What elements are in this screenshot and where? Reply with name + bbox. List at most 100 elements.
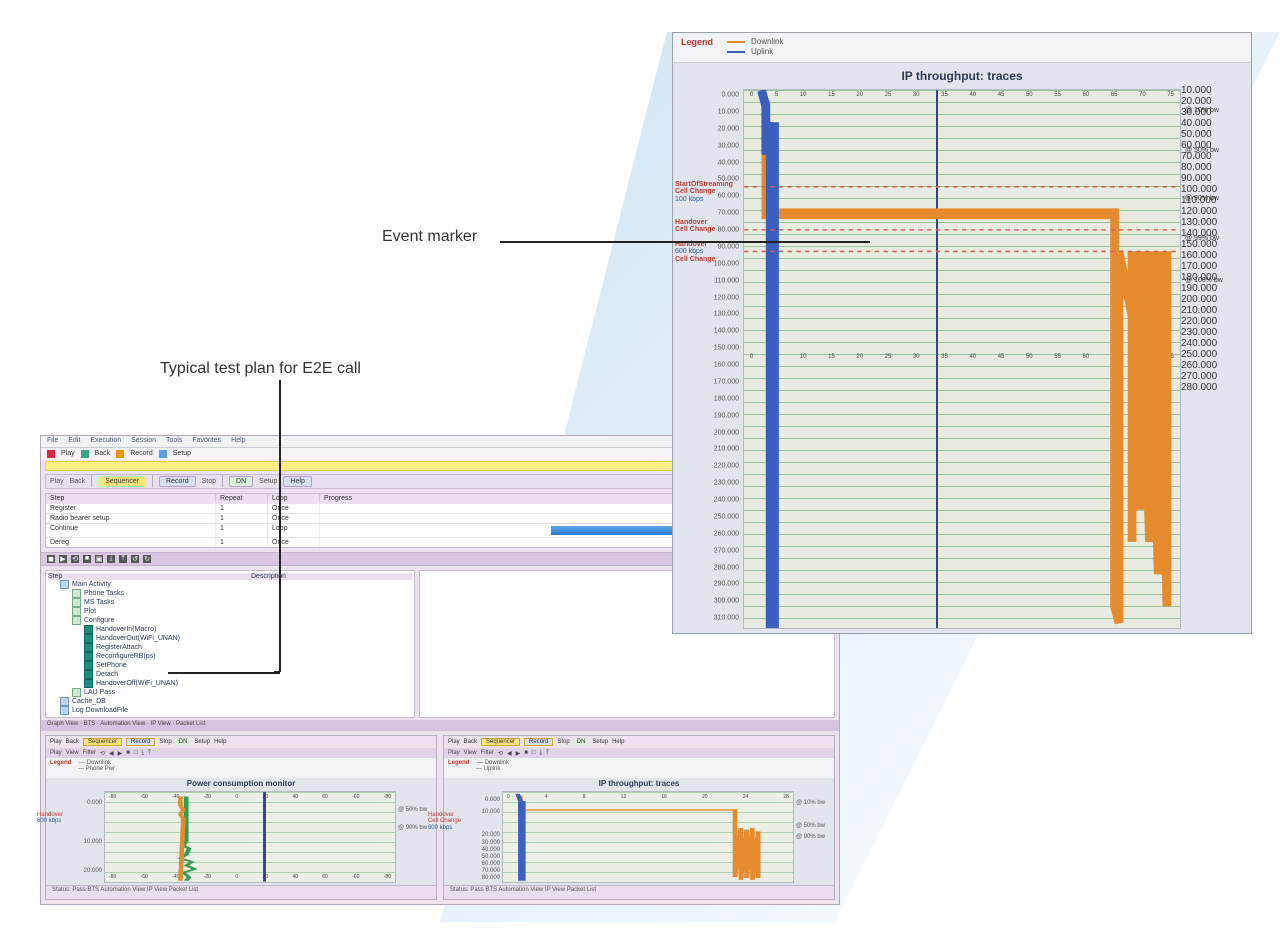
y-tick-left: 160.000 xyxy=(714,362,739,369)
menu-item[interactable]: Favorites xyxy=(192,437,221,446)
menu-item[interactable]: Execution xyxy=(90,437,121,446)
y-tick-right: 10.000 xyxy=(1181,85,1251,96)
y-tick-left: 270.000 xyxy=(714,547,739,554)
y-tick-left: 210.000 xyxy=(714,446,739,453)
y-tick-right: 240.000 xyxy=(1181,338,1251,349)
menu-item[interactable]: Edit xyxy=(68,437,80,446)
y-tick-right: 50.000 xyxy=(1181,129,1251,140)
tb-stop[interactable]: Stop xyxy=(202,478,216,485)
y-tick-right: 40.000 xyxy=(1181,118,1251,129)
strip-item[interactable]: ⟲ xyxy=(498,750,503,757)
tree-item[interactable]: Main Activity xyxy=(48,580,412,589)
toolbar-icon[interactable]: ↺ xyxy=(131,555,139,563)
ipts-plot-area[interactable]: 0481216202428 0.000 10.000 20.000 30.000… xyxy=(502,791,794,883)
legend-swatch-uplink xyxy=(727,51,745,53)
strip-item[interactable]: □ xyxy=(134,750,138,756)
tree-item[interactable]: SetPhone xyxy=(48,661,412,670)
strip-item[interactable]: ⟲ xyxy=(100,750,105,757)
toolbar-icon[interactable]: ▶ xyxy=(59,555,67,563)
pcm-footer[interactable]: Status: Pass BTS Automation View IP View… xyxy=(46,885,436,899)
strip-item[interactable]: Filter xyxy=(83,750,96,756)
y-tick-left: 190.000 xyxy=(714,412,739,419)
event-marker-leader xyxy=(500,236,872,248)
strip-item[interactable]: ⤓ xyxy=(141,750,144,757)
sequencer-button[interactable]: Sequencer xyxy=(98,476,146,487)
rec-blue-icon xyxy=(159,450,167,458)
col-repeat: Repeat xyxy=(216,494,268,503)
toolbar-icon[interactable]: ↻ xyxy=(143,555,151,563)
tree-item[interactable]: MS Tasks xyxy=(48,598,412,607)
back-label: Back xyxy=(95,450,111,457)
strip-item[interactable]: ◀ xyxy=(507,750,512,757)
toolbar-icon[interactable]: ⤒ xyxy=(119,555,127,563)
strip-item[interactable]: ⤒ xyxy=(148,750,151,757)
strip-item[interactable]: Filter xyxy=(481,750,494,756)
y-tick-left: 40.000 xyxy=(718,159,739,166)
toolbar-icon[interactable]: ⤓ xyxy=(107,555,115,563)
strip-item[interactable]: Play xyxy=(50,750,62,756)
tree-item[interactable]: HandoverOff(WiFi_UNAN) xyxy=(48,679,412,688)
tb-back[interactable]: Back xyxy=(70,478,86,485)
help-button[interactable]: Help xyxy=(283,476,311,487)
y-tick-left: 20.000 xyxy=(718,125,739,132)
tree-item[interactable]: HandoverIn(Macro) xyxy=(48,625,412,634)
pcm-strip2[interactable]: Play View Filter ⟲ ◀ ▶■ □⤓ ⤒ xyxy=(46,748,436,758)
ipts-footer[interactable]: Status: Pass BTS Automation View IP View… xyxy=(444,885,834,899)
legend-uplink-label: Uplink xyxy=(751,47,773,56)
tree-item[interactable]: Plot xyxy=(48,607,412,616)
tree-item[interactable]: Phone Tasks xyxy=(48,589,412,598)
menu-item[interactable]: Tools xyxy=(166,437,182,446)
strip-item[interactable]: View xyxy=(66,750,79,756)
strip-item[interactable]: ■ xyxy=(126,750,130,756)
strip-item[interactable]: Play xyxy=(448,750,460,756)
y-tick-right: 90.000 xyxy=(1181,173,1251,184)
tree-item[interactable]: RegisterAttach xyxy=(48,643,412,652)
y-tick-right: 100.000 xyxy=(1181,184,1251,195)
strip-item[interactable]: ⤓ xyxy=(539,750,542,757)
strip-item[interactable]: ◀ xyxy=(109,750,114,757)
tree-item[interactable]: Configure xyxy=(48,616,412,625)
tree-item[interactable]: Log DownloadFile xyxy=(48,706,412,715)
y-tick-left: 220.000 xyxy=(714,463,739,470)
menu-item[interactable]: Help xyxy=(231,437,245,446)
tb-play[interactable]: Play xyxy=(50,478,64,485)
y-tick-left: 310.000 xyxy=(714,615,739,622)
strip-item[interactable]: View xyxy=(464,750,477,756)
record-button[interactable]: Record xyxy=(159,476,196,487)
strip-item[interactable]: □ xyxy=(532,750,536,756)
strip-item[interactable]: ■ xyxy=(524,750,528,756)
tree-item[interactable]: LAU Pass xyxy=(48,688,412,697)
step-tree[interactable]: Step Description Main ActivityPhone Task… xyxy=(45,570,415,718)
tree-item[interactable]: Cache_DB xyxy=(48,697,412,706)
pcm-plot-area[interactable]: -80-60-40-200204060-60-80 -80-60-40-2002… xyxy=(104,791,396,883)
y-tick-left: 260.000 xyxy=(714,530,739,537)
toolbar-icon[interactable]: ■ xyxy=(83,555,91,563)
y-tick-right: 280.000 xyxy=(1181,382,1251,393)
ip-throughput-small-panel: PlayBackSequencer Record StopDN Setup He… xyxy=(443,735,835,900)
chart-legend: Legend Downlink Uplink xyxy=(673,33,1251,63)
strip-item[interactable]: ▶ xyxy=(118,750,123,757)
toolbar-icon[interactable]: ◼ xyxy=(47,555,55,563)
chart-title: IP throughput: traces xyxy=(673,63,1251,85)
y-tick-left: 250.000 xyxy=(714,513,739,520)
tree-item[interactable]: ReconfigureRB(ps) xyxy=(48,652,412,661)
strip-item[interactable]: ▶ xyxy=(516,750,521,757)
bw-label-99: @ 99% bw xyxy=(1185,235,1219,242)
menu-item[interactable]: File xyxy=(47,437,58,446)
pcm-toolbar[interactable]: PlayBackSequencer Record StopDN Setup He… xyxy=(46,736,436,748)
chart-plot-area[interactable]: 051015202530354045505560657075 051015202… xyxy=(743,89,1181,629)
ipts-strip2[interactable]: Play View Filter ⟲ ◀ ▶■ □⤓ ⤒ xyxy=(444,748,834,758)
pcm-legend: Legend — Downlink — Phone Pwr xyxy=(46,758,436,778)
menu-item[interactable]: Session xyxy=(131,437,156,446)
tree-hdr-step: Step xyxy=(48,573,248,580)
chart-y-axis-left: StartOfStreaming Cell Change 100 kbps Ha… xyxy=(673,85,743,633)
strip-item[interactable]: ⤒ xyxy=(546,750,549,757)
tree-item[interactable]: HandoverOut(WiFi_UNAN) xyxy=(48,634,412,643)
toolbar-icon[interactable]: ⟲ xyxy=(71,555,79,563)
toolbar-icon[interactable]: ▣ xyxy=(95,555,103,563)
tabbar-upper[interactable]: Graph View · BTS · Automation View · IP … xyxy=(41,720,839,732)
ipts-toolbar[interactable]: PlayBackSequencer Record StopDN Setup He… xyxy=(444,736,834,748)
event-marker-label: Event marker xyxy=(378,226,481,248)
bw-label-90: @ 90% bw xyxy=(1185,195,1219,202)
rec-green-icon xyxy=(81,450,89,458)
